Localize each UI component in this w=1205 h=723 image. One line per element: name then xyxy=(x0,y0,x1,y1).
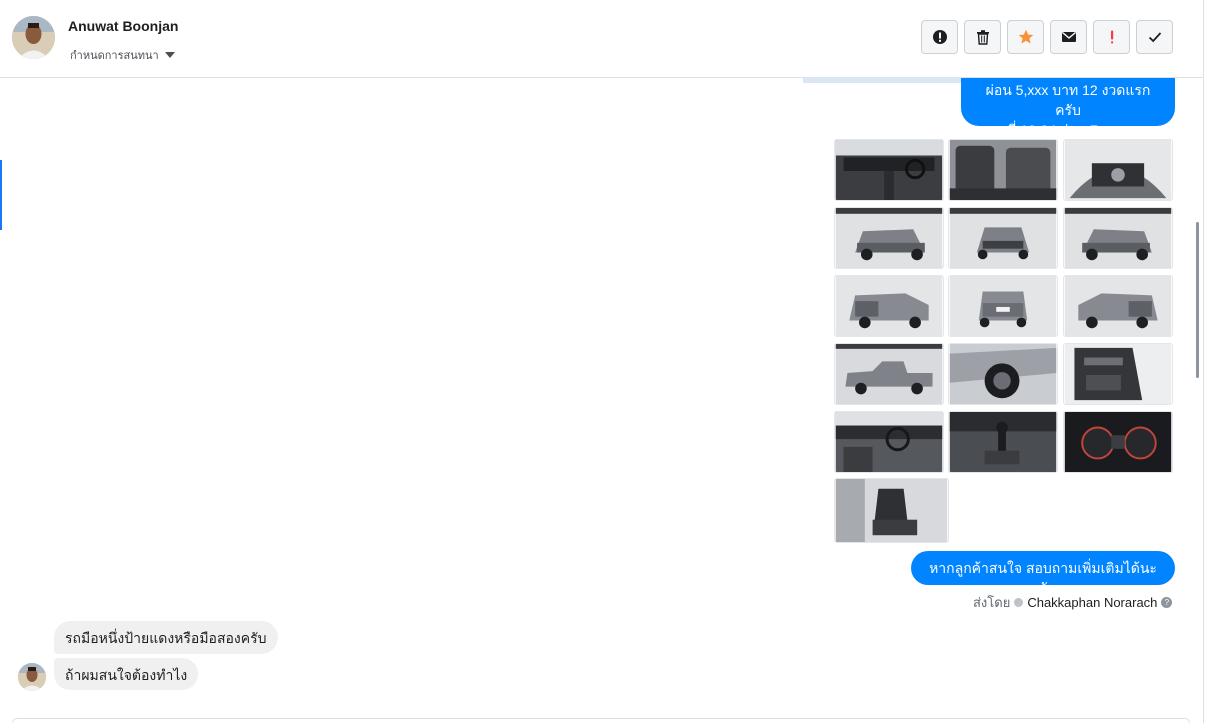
photo-truck-front-right[interactable] xyxy=(1063,207,1173,269)
alert-circle-icon xyxy=(932,30,947,44)
photo-front-seat[interactable] xyxy=(834,478,949,543)
exclamation-icon xyxy=(1110,30,1113,44)
incoming-message[interactable]: ถ้าผมสนใจต้องทำไง xyxy=(54,658,199,690)
mark-unread-button[interactable] xyxy=(1050,20,1087,54)
outgoing-message[interactable]: หากลูกค้าสนใจ สอบถามเพิ่มเติมได้นะครับ xyxy=(911,551,1175,596)
sent-by-info: ส่งโดย Chakkaphan Norarach ? xyxy=(973,592,1173,613)
conversation-header: Anuwat Boonjan กำหนดการสนทนา xyxy=(0,0,1203,78)
incoming-message[interactable]: รถมือหนึ่งป้ายแดงหรือมือสองครับ xyxy=(54,621,278,654)
photo-rear-seats[interactable] xyxy=(948,139,1058,201)
thread-scrollbar[interactable] xyxy=(1196,222,1199,378)
photo-interior-dashboard[interactable] xyxy=(834,139,944,201)
star-icon xyxy=(1018,29,1033,44)
tag-label: กำหนดการสนทนา xyxy=(70,50,159,62)
panel-divider xyxy=(1203,0,1204,723)
done-button[interactable] xyxy=(1136,20,1173,54)
star-button[interactable] xyxy=(1007,20,1044,54)
report-button[interactable] xyxy=(921,20,958,54)
conversation-actions xyxy=(921,20,1173,54)
sent-by-prefix: ส่งโดย xyxy=(973,595,1011,610)
photo-truck-front-left[interactable] xyxy=(834,207,944,269)
conversation-tag-dropdown[interactable]: กำหนดการสนทนา xyxy=(70,46,175,64)
caret-down-icon xyxy=(164,52,175,58)
photo-truck-side[interactable] xyxy=(834,343,944,405)
photo-door-interior[interactable] xyxy=(1063,343,1173,405)
page-badge-icon xyxy=(1014,598,1024,607)
photo-driver-cabin[interactable] xyxy=(834,411,944,473)
photo-truck-front[interactable] xyxy=(948,207,1058,269)
sender-name[interactable]: Chakkaphan Norarach xyxy=(1027,595,1157,610)
help-icon[interactable]: ? xyxy=(1161,597,1173,608)
photo-truck-rear[interactable] xyxy=(948,275,1058,337)
important-button[interactable] xyxy=(1093,20,1130,54)
check-icon xyxy=(1148,32,1161,43)
active-indicator xyxy=(0,160,2,230)
photo-gear-shifter[interactable] xyxy=(948,411,1058,473)
photo-truck-rear-left[interactable] xyxy=(834,275,944,337)
photo-truck-rear-right[interactable] xyxy=(1063,275,1173,337)
envelope-icon xyxy=(1061,31,1076,42)
previous-message-edge xyxy=(803,77,963,83)
photo-engine-bay[interactable] xyxy=(1063,139,1173,201)
trash-icon xyxy=(976,30,989,45)
message-composer[interactable] xyxy=(12,718,1190,723)
photo-wheel[interactable] xyxy=(948,343,1058,405)
contact-name[interactable]: Anuwat Boonjan xyxy=(68,18,178,34)
outgoing-message[interactable]: ผ่อน 5,xxx บาท 12 งวดแรกครับ งวดที่ 13-8… xyxy=(961,78,1175,158)
sender-avatar[interactable] xyxy=(18,663,46,691)
contact-avatar[interactable] xyxy=(12,16,55,59)
delete-button[interactable] xyxy=(964,20,1001,54)
photo-instrument-cluster[interactable] xyxy=(1063,411,1173,473)
message-line: ผ่อน 5,xxx บาท 12 งวดแรกครับ xyxy=(985,82,1151,118)
